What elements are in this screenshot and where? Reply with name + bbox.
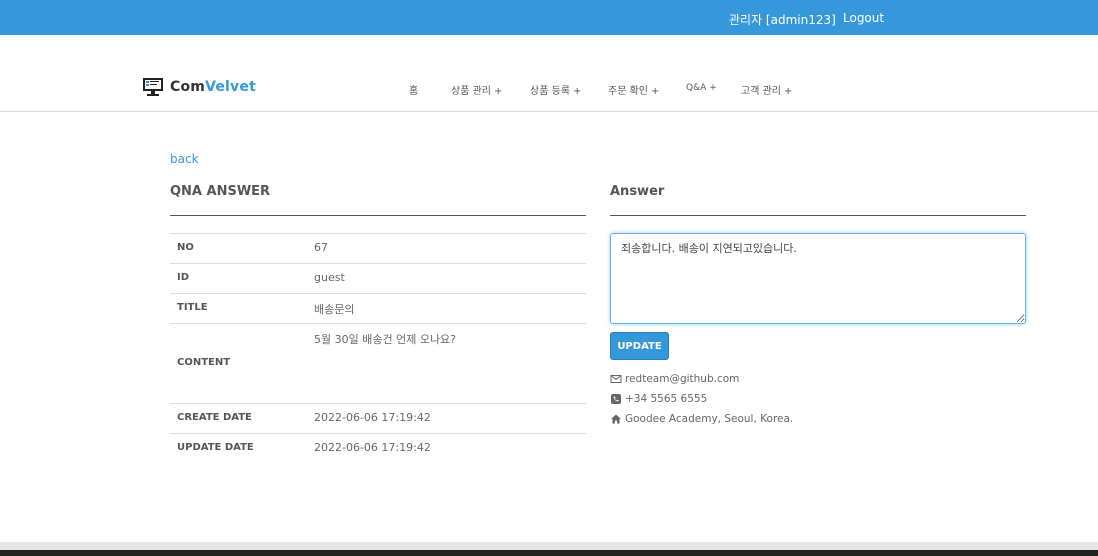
table-row: UPDATE DATE 2022-06-06 17:19:42 [170, 434, 586, 464]
table-row: ID guest [170, 264, 586, 294]
nav-item-label: 주문 확인 [608, 86, 648, 97]
top-bar: 관리자 [admin123] Logout [0, 0, 1098, 35]
contact-phone-text: +34 5565 6555 [625, 393, 708, 405]
nav-plus-icon: + [650, 86, 660, 97]
nav-item-product-register[interactable]: 상품 등록 + [530, 82, 581, 97]
nav-item-label: 고객 관리 [741, 86, 781, 97]
nav-item-label: 상품 등록 [530, 86, 570, 97]
nav-plus-icon: + [709, 83, 717, 93]
nav-item-label: 상품 관리 [451, 86, 491, 97]
row-value: 2022-06-06 17:19:42 [314, 411, 431, 424]
main-nav: 홈 상품 관리 + 상품 등록 + 주문 확인 + Q&A + 고객 관리 + [0, 82, 1098, 98]
envelope-icon [610, 375, 622, 383]
answer-title: Answer [610, 184, 665, 199]
footer-bar [0, 550, 1098, 556]
row-value: 배송문의 [314, 303, 355, 316]
update-button[interactable]: UPDATE [610, 332, 669, 360]
nav-item-home[interactable]: 홈 [409, 82, 418, 97]
row-value: 5월 30일 배송건 언제 오나요? [314, 333, 457, 346]
nav-item-qna[interactable]: Q&A + [686, 83, 717, 93]
table-row: CREATE DATE 2022-06-06 17:19:42 [170, 404, 586, 434]
row-label: CREATE DATE [177, 412, 252, 423]
home-icon [611, 414, 621, 424]
site-header: ComVelvet 홈 상품 관리 + 상품 등록 + 주문 확인 + Q&A + 고객… [0, 35, 1098, 112]
row-label: ID [177, 272, 190, 283]
nav-item-order-check[interactable]: 주문 확인 + [608, 82, 659, 97]
nav-item-label: 홈 [409, 86, 419, 97]
nav-item-label: Q&A [686, 83, 707, 93]
contact-email-text: redteam@github.com [625, 373, 740, 385]
phone-icon [611, 394, 621, 404]
answer-title-divider [610, 215, 1026, 216]
qna-title-divider [170, 215, 586, 216]
admin-user-label: 관리자 [admin123] [729, 13, 836, 27]
answer-textarea[interactable]: 죄송합니다. 배송이 지연되고있습니다. [610, 233, 1026, 324]
contact-address: Goodee Academy, Seoul, Korea. [610, 413, 793, 425]
nav-item-product-management[interactable]: 상품 관리 + [451, 82, 502, 97]
contact-phone: +34 5565 6555 [610, 393, 707, 405]
row-value: 67 [314, 241, 328, 254]
table-row: CONTENT 5월 30일 배송건 언제 오나요? [170, 324, 586, 404]
nav-plus-icon: + [572, 86, 582, 97]
nav-item-customer-management[interactable]: 고객 관리 + [741, 82, 792, 97]
logout-link[interactable]: Logout [843, 11, 884, 25]
table-row: NO 67 [170, 234, 586, 264]
row-value: 2022-06-06 17:19:42 [314, 441, 431, 454]
row-label: CONTENT [177, 357, 231, 368]
footer-strip [0, 542, 1098, 550]
back-link[interactable]: back [170, 152, 199, 166]
qna-answer-title: QNA ANSWER [170, 184, 271, 199]
qna-detail-table: NO 67 ID guest TITLE 배송문의 CONTENT 5월 30일… [170, 233, 586, 464]
contact-address-text: Goodee Academy, Seoul, Korea. [625, 413, 794, 425]
row-label: UPDATE DATE [177, 442, 254, 453]
row-label: TITLE [177, 302, 208, 313]
nav-plus-icon: + [783, 86, 793, 97]
table-row: TITLE 배송문의 [170, 294, 586, 324]
row-value: guest [314, 271, 345, 284]
contact-email: redteam@github.com [610, 373, 739, 385]
row-label: NO [177, 242, 194, 253]
nav-plus-icon: + [493, 86, 503, 97]
